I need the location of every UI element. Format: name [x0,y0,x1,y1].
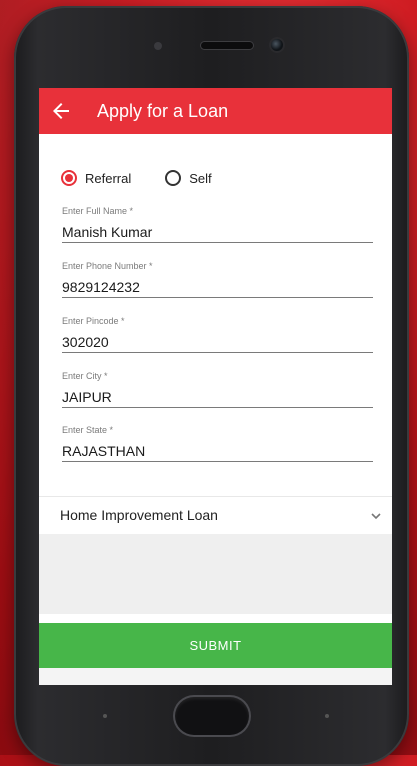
back-key-indicator [103,714,107,718]
state-input[interactable]: RAJASTHAN [62,441,373,462]
radio-label-referral: Referral [85,170,132,186]
recent-key-indicator [325,714,329,718]
radio-self[interactable]: Self [165,170,212,186]
app-screen: Apply for a Loan Referral Self Enter Ful… [39,88,392,685]
applicant-type-group: Referral Self [61,168,246,188]
arrow-left-icon[interactable] [49,99,73,123]
phone-number-input[interactable]: 9829124232 [62,277,373,298]
radio-label-self: Self [189,170,212,186]
front-camera [271,39,283,51]
full-name-field[interactable]: Enter Full Name * Manish Kumar [62,205,373,243]
app-bar: Apply for a Loan [39,88,392,134]
phone-number-field[interactable]: Enter Phone Number * 9829124232 [62,260,373,298]
radio-referral[interactable]: Referral [61,170,131,186]
submit-button[interactable]: SUBMIT [39,623,392,668]
city-field[interactable]: Enter City * JAIPUR [62,370,373,408]
page-title: Apply for a Loan [97,101,229,121]
content-spacer [39,534,392,614]
loan-type-selected: Home Improvement Loan [60,507,218,523]
radio-button-unchecked[interactable] [165,170,182,186]
state-label: Enter State * [62,425,114,435]
state-field[interactable]: Enter State * RAJASTHAN [62,424,373,462]
pincode-input[interactable]: 302020 [62,332,373,353]
city-label: Enter City * [62,371,108,381]
earpiece-speaker [201,42,253,49]
chevron-down-icon[interactable] [370,510,382,522]
pincode-field[interactable]: Enter Pincode * 302020 [62,315,373,353]
loan-type-dropdown[interactable]: Home Improvement Loan [39,496,392,535]
phone-number-label: Enter Phone Number * [62,261,153,271]
pincode-label: Enter Pincode * [62,316,125,326]
home-button[interactable] [175,697,249,735]
screen-bottom-bar [39,668,392,685]
full-name-label: Enter Full Name * [62,206,134,216]
city-input[interactable]: JAIPUR [62,387,373,408]
radio-button-checked[interactable] [61,170,77,186]
full-name-input[interactable]: Manish Kumar [62,222,373,243]
proximity-sensor [154,42,162,50]
